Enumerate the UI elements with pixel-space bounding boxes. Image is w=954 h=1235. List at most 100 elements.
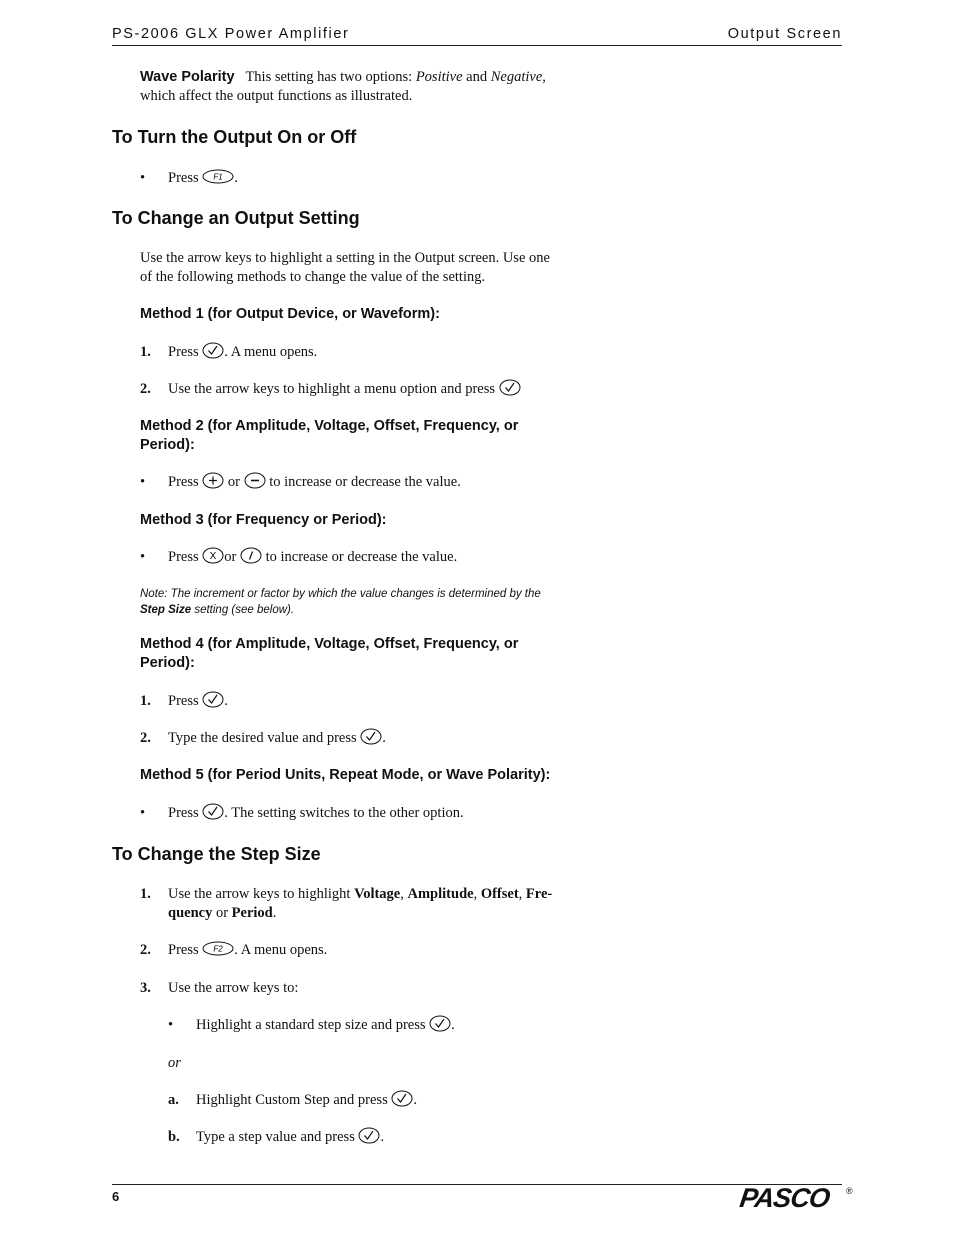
term-frequency-part-2: quency bbox=[168, 905, 213, 921]
step-text: Highlight Custom Step and press bbox=[196, 1092, 388, 1108]
term-period: Period bbox=[231, 905, 273, 921]
method-1-heading: Method 1 (for Output Device, or Waveform… bbox=[140, 306, 440, 322]
step-text: Highlight a standard step size and press bbox=[196, 1017, 426, 1033]
wave-polarity-text-2: which affect the output functions as ill… bbox=[140, 88, 413, 104]
section-heading-change-output: To Change an Output Setting bbox=[112, 208, 360, 228]
step-text: Type the desired value and press bbox=[168, 730, 357, 746]
method-3-heading: Method 3 (for Frequency or Period): bbox=[140, 512, 387, 528]
period: . bbox=[234, 170, 238, 186]
note-line-2: setting (see below). bbox=[191, 604, 295, 616]
bullet: • bbox=[140, 805, 146, 821]
step-text: Press bbox=[168, 344, 199, 360]
step-number: 1. bbox=[140, 886, 151, 902]
method-2-heading-line-2: Period): bbox=[140, 437, 195, 453]
step-text-after: . A menu opens. bbox=[224, 344, 318, 360]
option-positive: Positive bbox=[415, 69, 463, 85]
or-text: or bbox=[224, 549, 237, 565]
svg-text:F1: F1 bbox=[214, 173, 223, 182]
wave-polarity-comma: , bbox=[542, 69, 546, 85]
step-text-after: to increase or decrease the value. bbox=[269, 474, 461, 490]
press-text: Press bbox=[168, 942, 199, 958]
svg-text:X: X bbox=[210, 551, 217, 562]
step-number: 2. bbox=[140, 942, 151, 958]
term-offset: Offset bbox=[480, 886, 519, 902]
step-text: Type a step value and press bbox=[196, 1129, 355, 1145]
step-text: Use the arrow keys to: bbox=[168, 980, 299, 996]
step-text-after: . A menu opens. bbox=[234, 942, 328, 958]
pasco-logo: PASCO bbox=[737, 1183, 832, 1213]
step-text-after: . The setting switches to the other opti… bbox=[224, 805, 464, 821]
check-key-icon bbox=[358, 1127, 380, 1144]
term-voltage: Voltage bbox=[354, 886, 401, 902]
note-line-1: Note: The increment or factor by which t… bbox=[140, 588, 541, 600]
method-2-heading-line-1: Method 2 (for Amplitude, Voltage, Offset… bbox=[140, 418, 519, 434]
or-text: or bbox=[168, 1055, 181, 1071]
step-size-note: Note: The increment or factor by which t… bbox=[140, 586, 600, 618]
separator: , bbox=[400, 886, 408, 902]
check-key-icon bbox=[391, 1090, 413, 1107]
check-key-icon bbox=[499, 379, 521, 396]
step-number: 1. bbox=[140, 693, 151, 709]
separator: , bbox=[473, 886, 481, 902]
wave-polarity-paragraph: Wave Polarity This setting has two optio… bbox=[140, 68, 600, 106]
intro-line-1: Use the arrow keys to highlight a settin… bbox=[140, 250, 550, 266]
page-number: 6 bbox=[112, 1189, 120, 1204]
wave-polarity-and: and bbox=[462, 69, 491, 85]
wave-polarity-text: This setting has two options: bbox=[245, 69, 416, 85]
step-text-after: to increase or decrease the value. bbox=[265, 549, 458, 565]
method-4-heading-line-1: Method 4 (for Amplitude, Voltage, Offset… bbox=[140, 636, 519, 652]
term-amplitude: Amplitude bbox=[407, 886, 474, 902]
option-negative: Negative bbox=[490, 69, 543, 85]
or-text: or bbox=[212, 905, 232, 921]
page-header: PS-2006 GLX Power Amplifier Output Scree… bbox=[112, 26, 842, 46]
method-4-heading-line-2: Period): bbox=[140, 655, 195, 671]
step-number: 2. bbox=[140, 730, 151, 746]
header-section-title: Output Screen bbox=[727, 26, 842, 42]
check-key-icon bbox=[429, 1015, 451, 1032]
bullet: • bbox=[140, 549, 146, 565]
method-5-heading: Method 5 (for Period Units, Repeat Mode,… bbox=[140, 767, 551, 783]
intro-line-2: of the following methods to change the v… bbox=[140, 269, 486, 285]
sub-step-label: a. bbox=[168, 1092, 179, 1108]
plus-key-icon bbox=[202, 472, 224, 489]
term-frequency-part-1: Fre- bbox=[525, 886, 553, 902]
press-text: Press bbox=[168, 805, 199, 821]
note-bold-step-size: Step Size bbox=[140, 604, 192, 616]
bullet: • bbox=[140, 170, 146, 186]
f1-key-icon: F1 bbox=[202, 169, 234, 184]
bullet: • bbox=[168, 1017, 174, 1033]
method-4-heading: Method 4 (for Amplitude, Voltage, Offset… bbox=[140, 635, 600, 673]
registered-mark: ® bbox=[846, 1186, 853, 1196]
bullet: • bbox=[140, 474, 146, 490]
step-text: Use the arrow keys to highlight bbox=[168, 886, 355, 902]
wave-polarity-label: Wave Polarity bbox=[140, 69, 235, 85]
press-text: Press bbox=[168, 474, 199, 490]
change-output-intro: Use the arrow keys to highlight a settin… bbox=[140, 249, 600, 287]
step-number: 1. bbox=[140, 344, 151, 360]
step-text: Use the arrow keys to highlight a menu o… bbox=[168, 381, 495, 397]
step-text: Press bbox=[168, 693, 199, 709]
step-text-after: . bbox=[224, 693, 228, 709]
f2-key-icon: F2 bbox=[202, 941, 234, 956]
period: . bbox=[413, 1092, 417, 1108]
minus-key-icon bbox=[244, 472, 266, 489]
section-heading-step-size: To Change the Step Size bbox=[112, 844, 321, 864]
press-text: Press bbox=[168, 549, 199, 565]
or-separator: or bbox=[168, 1054, 181, 1073]
divide-key-icon bbox=[240, 547, 262, 564]
or-text: or bbox=[227, 474, 240, 490]
step-number: 2. bbox=[140, 381, 151, 397]
section-heading-turn-on-off: To Turn the Output On or Off bbox=[112, 127, 357, 147]
period: . bbox=[380, 1129, 385, 1145]
footer-rule bbox=[112, 1184, 842, 1186]
check-key-icon bbox=[202, 691, 224, 708]
check-key-icon bbox=[202, 803, 224, 820]
check-key-icon bbox=[360, 728, 382, 745]
svg-text:F2: F2 bbox=[214, 945, 224, 954]
step-number: 3. bbox=[140, 980, 151, 996]
check-key-icon bbox=[202, 342, 224, 359]
method-2-heading: Method 2 (for Amplitude, Voltage, Offset… bbox=[140, 417, 600, 455]
sub-step-label: b. bbox=[168, 1129, 180, 1145]
header-document-title: PS-2006 GLX Power Amplifier bbox=[112, 26, 350, 42]
press-text: Press bbox=[168, 170, 199, 186]
